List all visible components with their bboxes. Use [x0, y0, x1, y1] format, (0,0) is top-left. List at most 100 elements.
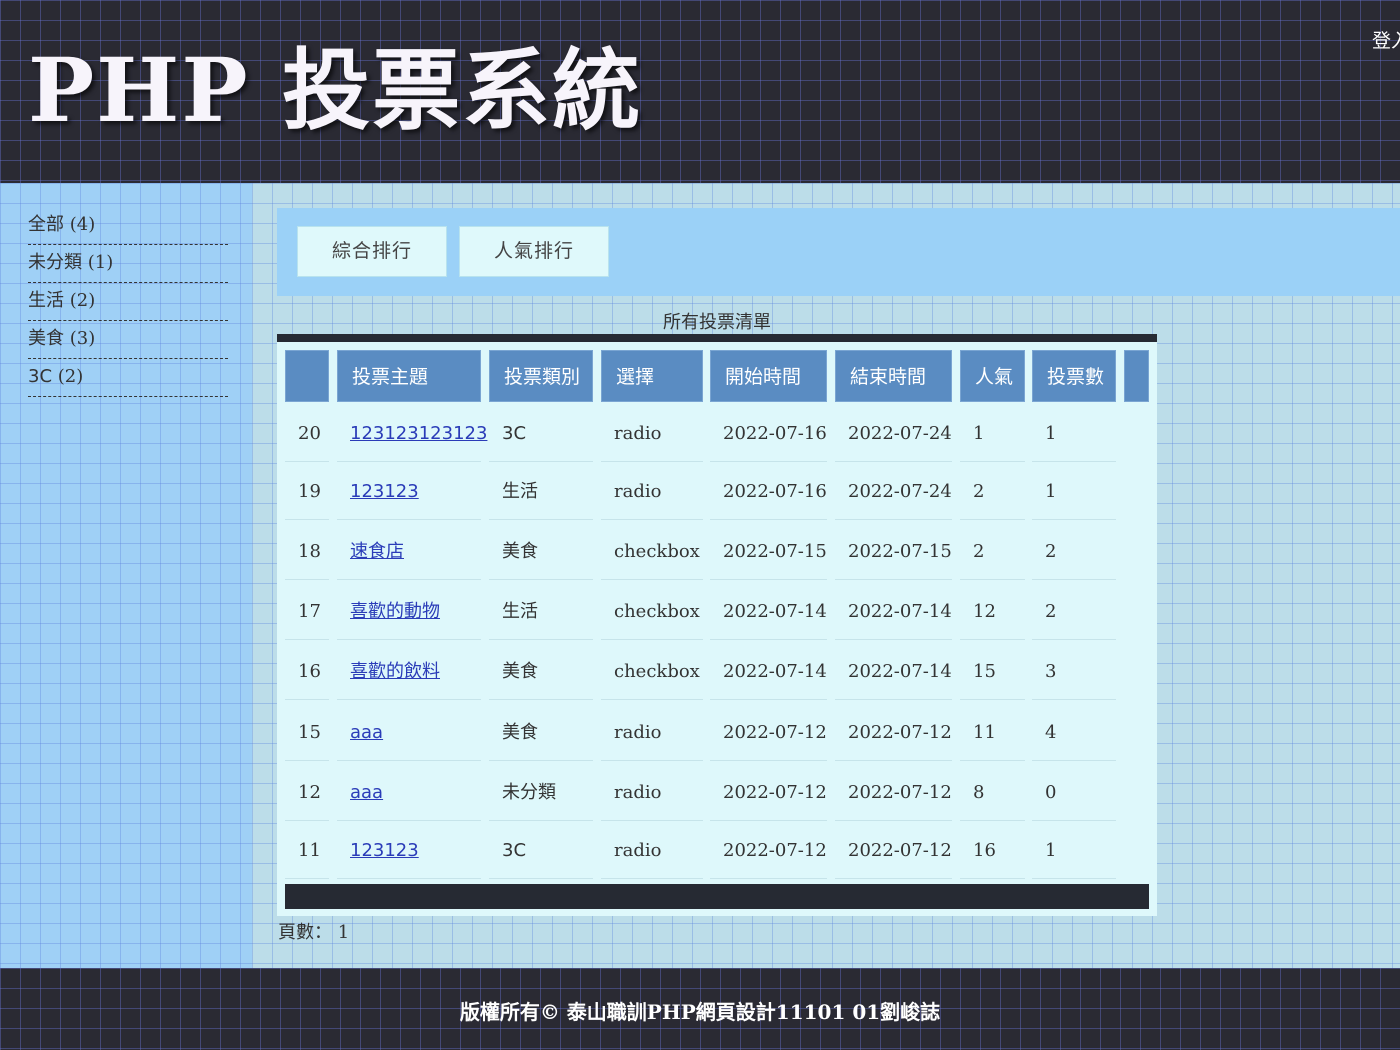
cell-start: 2022-07-12 — [710, 705, 827, 761]
cell-start: 2022-07-14 — [710, 584, 827, 640]
cell-end: 2022-07-15 — [835, 524, 952, 580]
cell-start: 2022-07-16 — [710, 464, 827, 520]
cell-votes: 1 — [1032, 406, 1116, 462]
header-type-col: 選擇 — [601, 350, 703, 402]
cell-start: 2022-07-16 — [710, 406, 827, 462]
cell-views: 8 — [960, 765, 1025, 821]
category-label: 全部 — [28, 214, 64, 235]
vote-topic-link[interactable]: 喜歡的動物 — [350, 601, 440, 622]
category-label: 3C — [28, 366, 53, 387]
cell-end: 2022-07-12 — [835, 765, 952, 821]
cell-views: 2 — [960, 524, 1025, 580]
cell-id: 17 — [285, 584, 329, 640]
cell-end: 2022-07-24 — [835, 406, 952, 462]
category-label: 生活 — [28, 290, 64, 311]
cell-topic: aaa — [337, 765, 481, 821]
category-count: (2) — [57, 366, 84, 387]
category-item-food[interactable]: 美食 (3) — [28, 321, 228, 359]
list-caption: 所有投票清單 — [663, 312, 771, 333]
vote-topic-link[interactable]: 123123123123 — [350, 423, 487, 444]
category-count: (4) — [69, 214, 96, 235]
cell-votes: 3 — [1032, 644, 1116, 700]
cell-type: radio — [601, 705, 703, 761]
cell-type: radio — [601, 406, 703, 462]
category-list: 全部 (4) 未分類 (1) 生活 (2) 美食 (3) 3C (2) — [28, 207, 228, 397]
header-views-col: 人氣 — [960, 350, 1025, 402]
cell-end: 2022-07-12 — [835, 705, 952, 761]
cell-start: 2022-07-12 — [710, 765, 827, 821]
vote-topic-link[interactable]: 速食店 — [350, 541, 404, 562]
cell-category: 生活 — [489, 584, 593, 640]
login-link[interactable]: 登入 — [1372, 26, 1400, 53]
header-id-col — [285, 350, 329, 402]
cell-id: 11 — [285, 823, 329, 879]
cell-category: 3C — [489, 823, 593, 879]
cell-id: 16 — [285, 644, 329, 700]
category-count: (1) — [87, 252, 114, 273]
category-count: (2) — [69, 290, 96, 311]
cell-end: 2022-07-14 — [835, 644, 952, 700]
cell-id: 20 — [285, 406, 329, 462]
cell-start: 2022-07-12 — [710, 823, 827, 879]
cell-votes: 1 — [1032, 823, 1116, 879]
cell-category: 美食 — [489, 705, 593, 761]
category-item-3c[interactable]: 3C (2) — [28, 359, 228, 397]
cell-category: 美食 — [489, 644, 593, 700]
cell-topic: 喜歡的動物 — [337, 584, 481, 640]
cell-topic: 123123 — [337, 464, 481, 520]
copyright-text: 版權所有© 泰山職訓PHP網頁設計11101 01劉峻誌 — [459, 1000, 941, 1024]
cell-views: 12 — [960, 584, 1025, 640]
pagination: 頁數： 1 — [278, 918, 349, 944]
header-start-col: 開始時間 — [710, 350, 827, 402]
cell-end: 2022-07-14 — [835, 584, 952, 640]
table-top-bar — [277, 334, 1157, 342]
cell-category: 未分類 — [489, 765, 593, 821]
cell-start: 2022-07-14 — [710, 644, 827, 700]
tab-overall-ranking[interactable]: 綜合排行 — [297, 226, 447, 277]
header-end-col: 結束時間 — [835, 350, 952, 402]
category-item-life[interactable]: 生活 (2) — [28, 283, 228, 321]
cell-start: 2022-07-15 — [710, 524, 827, 580]
cell-category: 美食 — [489, 524, 593, 580]
cell-votes: 0 — [1032, 765, 1116, 821]
cell-end: 2022-07-24 — [835, 464, 952, 520]
cell-category: 3C — [489, 406, 593, 462]
cell-views: 16 — [960, 823, 1025, 879]
vote-topic-link[interactable]: 喜歡的飲料 — [350, 661, 440, 682]
cell-views: 15 — [960, 644, 1025, 700]
header-action-col — [1124, 350, 1149, 402]
table-bottom-bar — [285, 884, 1149, 909]
site-title: PHP 投票系統 — [28, 38, 643, 142]
category-item-all[interactable]: 全部 (4) — [28, 207, 228, 245]
category-count: (3) — [69, 328, 96, 349]
site-header: PHP 投票系統 登入 — [0, 0, 1400, 183]
cell-id: 19 — [285, 464, 329, 520]
vote-table: 投票主題 投票類別 選擇 開始時間 結束時間 人氣 投票數 20 123123123123 3C… — [277, 334, 1157, 916]
cell-type: radio — [601, 765, 703, 821]
cell-category: 生活 — [489, 464, 593, 520]
vote-topic-link[interactable]: aaa — [350, 782, 383, 803]
cell-views: 11 — [960, 705, 1025, 761]
cell-topic: aaa — [337, 705, 481, 761]
cell-id: 18 — [285, 524, 329, 580]
cell-votes: 1 — [1032, 464, 1116, 520]
header-topic-col: 投票主題 — [337, 350, 481, 402]
vote-topic-link[interactable]: 123123 — [350, 481, 419, 502]
cell-topic: 喜歡的飲料 — [337, 644, 481, 700]
cell-views: 2 — [960, 464, 1025, 520]
tab-popularity-ranking[interactable]: 人氣排行 — [459, 226, 609, 277]
page-number[interactable]: 1 — [338, 922, 349, 943]
vote-topic-link[interactable]: 123123 — [350, 840, 419, 861]
cell-type: radio — [601, 464, 703, 520]
cell-type: checkbox — [601, 584, 703, 640]
cell-topic: 123123 — [337, 823, 481, 879]
cell-type: checkbox — [601, 524, 703, 580]
category-item-uncategorized[interactable]: 未分類 (1) — [28, 245, 228, 283]
cell-end: 2022-07-12 — [835, 823, 952, 879]
cell-views: 1 — [960, 406, 1025, 462]
site-footer: 版權所有© 泰山職訓PHP網頁設計11101 01劉峻誌 — [0, 968, 1400, 1050]
cell-topic: 123123123123 — [337, 406, 487, 462]
vote-topic-link[interactable]: aaa — [350, 722, 383, 743]
cell-votes: 2 — [1032, 584, 1116, 640]
cell-id: 15 — [285, 705, 329, 761]
